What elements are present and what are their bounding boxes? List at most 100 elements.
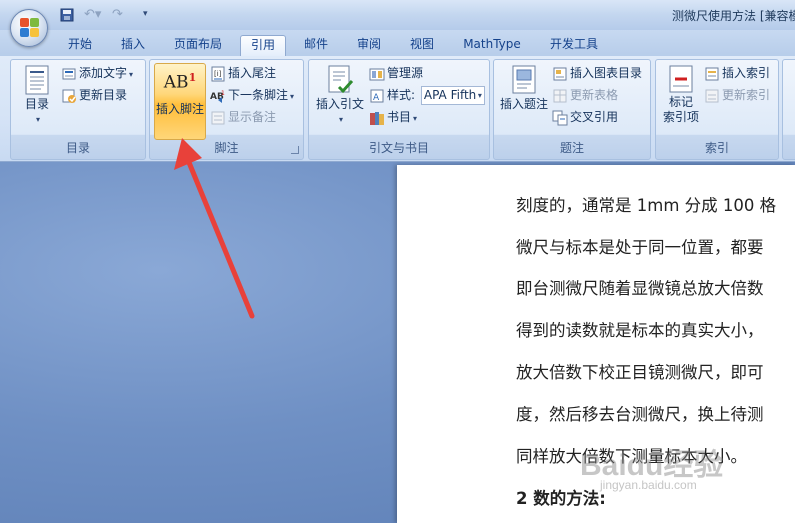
group-footnotes: AB1 插入脚注 [i] 插入尾注 AB 1 下一条脚注 ▾ 显示备注 脚注	[149, 59, 304, 160]
doc-line-3: 即台测微尺随着显微镜总放大倍数	[516, 279, 764, 298]
insert-caption-label: 插入题注	[499, 97, 548, 111]
update-index-label: 更新索引	[722, 88, 771, 102]
mark-entry-icon	[669, 65, 693, 93]
mark-entry-button[interactable]: 标记 索引项	[658, 63, 704, 125]
tab-developer[interactable]: 开发工具	[540, 35, 608, 56]
update-table-button[interactable]: 更新表格	[552, 85, 618, 105]
svg-text:A: A	[373, 93, 380, 103]
citation-style-value: APA Fifth	[423, 88, 477, 102]
tab-mailings[interactable]: 邮件	[296, 35, 336, 56]
group-label-toc: 目录	[65, 141, 90, 155]
bibliography-label: 书目	[387, 110, 412, 124]
group-label-index: 索引	[704, 141, 729, 155]
update-index-icon	[704, 88, 720, 104]
save-icon[interactable]	[60, 8, 74, 22]
update-table-icon	[552, 88, 568, 104]
group-partial	[782, 59, 795, 160]
update-toc-icon	[61, 88, 77, 104]
footnote-dialog-launcher-icon[interactable]	[291, 146, 299, 154]
citation-style-control: A 样式: APA Fifth ▾	[369, 85, 485, 105]
bibliography-button[interactable]: 书目 ▾	[369, 107, 417, 127]
undo-icon[interactable]: ↶▾	[84, 7, 101, 22]
update-index-button[interactable]: 更新索引	[704, 85, 770, 105]
office-logo-icon	[20, 18, 40, 38]
mark-entry-label-line2: 索引项	[662, 110, 699, 124]
tab-insert[interactable]: 插入	[111, 35, 155, 56]
insert-table-of-figures-label: 插入图表目录	[570, 66, 643, 80]
cross-reference-icon	[552, 110, 568, 126]
svg-text:[i]: [i]	[214, 70, 222, 78]
style-label: 样式:	[387, 88, 416, 102]
cross-reference-label: 交叉引用	[570, 110, 619, 124]
update-toc-label: 更新目录	[79, 88, 128, 102]
insert-citation-button[interactable]: 插入引文 ▾	[312, 63, 368, 127]
doc-line-2: 微尺与标本是处于同一位置，都要	[516, 238, 764, 257]
insert-table-of-figures-button[interactable]: 插入图表目录	[552, 63, 642, 83]
title-bar: ↶▾ ↷ ▾ 测微尺使用方法 [兼容模	[0, 0, 795, 30]
doc-line-5: 放大倍数下校正目镜测微尺，即可	[516, 363, 764, 382]
group-captions: 插入题注 插入图表目录 更新表格 交叉引用 题注	[493, 59, 651, 160]
toc-button-label: 目录	[24, 97, 49, 111]
chevron-down-icon: ▾	[338, 115, 343, 124]
ribbon: 目录 ▾ 添加文字 ▾ 更新目录 目录 AB1 插入脚注 [i] 插入尾注 AB 1 下…	[0, 56, 795, 162]
group-index: 标记 索引项 插入索引 更新索引 索引	[655, 59, 779, 160]
group-label-citations: 引文与书目	[368, 141, 429, 155]
add-text-icon	[61, 66, 77, 82]
insert-index-icon	[704, 66, 720, 82]
group-label-captions: 题注	[559, 141, 584, 155]
group-toc: 目录 ▾ 添加文字 ▾ 更新目录 目录	[10, 59, 146, 160]
insert-citation-icon	[328, 65, 354, 94]
tab-review[interactable]: 审阅	[349, 35, 389, 56]
svg-text:1: 1	[221, 90, 225, 97]
insert-endnote-label: 插入尾注	[228, 66, 277, 80]
add-text-button[interactable]: 添加文字 ▾	[61, 63, 133, 83]
table-of-figures-icon	[552, 66, 568, 82]
window-title: 测微尺使用方法 [兼容模	[672, 9, 795, 23]
group-label-footnotes: 脚注	[214, 141, 239, 155]
doc-heading: 2 数的方法:	[516, 489, 606, 508]
tab-home[interactable]: 开始	[58, 35, 102, 56]
show-notes-icon	[210, 110, 226, 126]
next-footnote-icon: AB 1	[210, 88, 226, 104]
next-footnote-label: 下一条脚注	[228, 88, 289, 102]
manage-sources-label: 管理源	[387, 66, 424, 80]
toc-icon	[25, 65, 49, 95]
tab-view[interactable]: 视图	[402, 35, 442, 56]
tab-page-layout[interactable]: 页面布局	[166, 35, 230, 56]
customize-quick-access-icon[interactable]: ▾	[143, 9, 148, 19]
redo-icon[interactable]: ↷	[112, 7, 123, 22]
style-icon: A	[369, 88, 385, 104]
group-citations: 插入引文 ▾ 管理源 A 样式: APA Fifth ▾ 书目 ▾ 引文与书目	[308, 59, 490, 160]
manage-sources-button[interactable]: 管理源	[369, 63, 423, 83]
add-text-label: 添加文字	[79, 66, 128, 80]
citation-style-select[interactable]: APA Fifth ▾	[420, 86, 485, 105]
chevron-down-icon: ▾	[290, 92, 295, 101]
update-toc-button[interactable]: 更新目录	[61, 85, 127, 105]
endnote-icon: [i]	[210, 66, 226, 82]
insert-index-button[interactable]: 插入索引	[704, 63, 770, 83]
insert-index-label: 插入索引	[722, 66, 771, 80]
insert-caption-button[interactable]: 插入题注	[497, 63, 551, 112]
insert-footnote-label: 插入脚注	[155, 101, 204, 116]
tab-mathtype[interactable]: MathType	[456, 35, 528, 56]
toc-button[interactable]: 目录 ▾	[15, 63, 59, 127]
update-table-label: 更新表格	[570, 88, 619, 102]
doc-line-4: 得到的读数就是标本的真实大小，	[516, 321, 764, 340]
show-notes-label: 显示备注	[228, 110, 277, 124]
chevron-down-icon: ▾	[477, 87, 482, 104]
chevron-down-icon: ▾	[35, 115, 40, 124]
insert-caption-icon	[512, 65, 536, 94]
insert-footnote-button[interactable]: AB1 插入脚注	[154, 63, 206, 140]
manage-sources-icon	[369, 66, 385, 82]
office-button[interactable]	[10, 9, 48, 47]
cross-reference-button[interactable]: 交叉引用	[552, 107, 618, 127]
show-notes-button[interactable]: 显示备注	[210, 107, 276, 127]
next-footnote-button[interactable]: AB 1 下一条脚注 ▾	[210, 85, 294, 105]
bibliography-icon	[369, 110, 385, 126]
ribbon-tabs: 开始 插入 页面布局 引用 邮件 审阅 视图 MathType 开发工具	[0, 30, 795, 56]
doc-line-1: 刻度的，通常是 1mm 分成 100 格	[516, 196, 777, 215]
chevron-down-icon: ▾	[129, 70, 134, 79]
insert-endnote-button[interactable]: [i] 插入尾注	[210, 63, 276, 83]
footnote-icon: AB1	[163, 71, 197, 93]
tab-references[interactable]: 引用	[240, 35, 286, 56]
